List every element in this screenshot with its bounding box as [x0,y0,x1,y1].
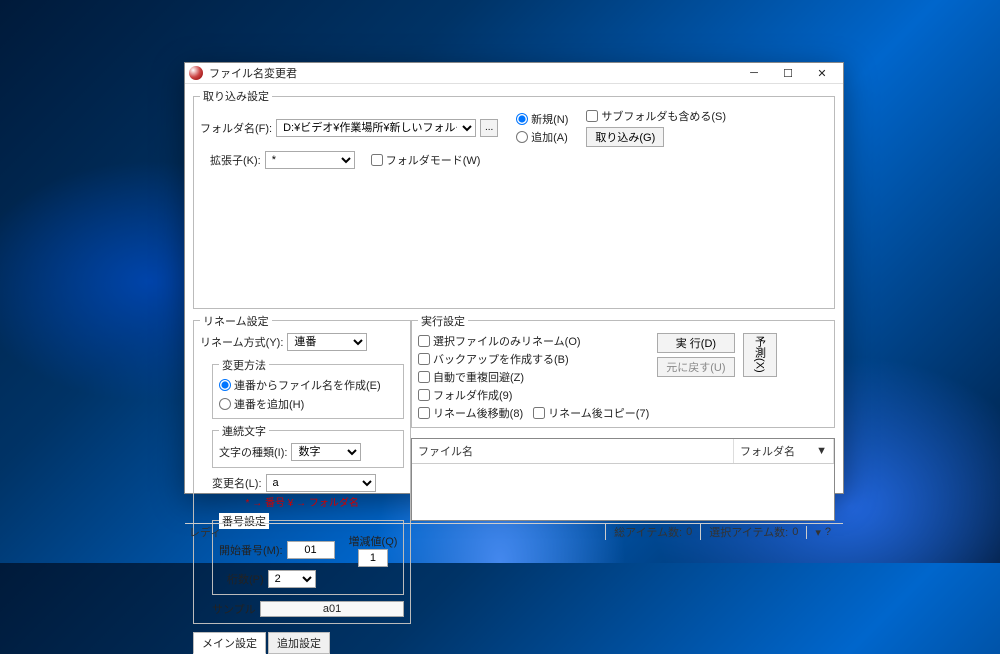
sample-value: a01 [260,601,405,617]
statusbar: レディ 総アイテム数: 0 選択アイテム数: 0 ▾ ? [185,523,843,540]
tab-main[interactable]: メイン設定 [193,632,266,654]
status-selected: 選択アイテム数: 0 [700,524,806,540]
status-total: 総アイテム数: 0 [605,524,700,540]
sort-triangle-icon: ▼ [816,445,827,457]
import-legend: 取り込み設定 [200,88,272,104]
exec-group: 実行設定 選択ファイルのみリネーム(O) バックアップを作成する(B) 自動で重… [411,313,835,428]
seq-char-legend: 連続文字 [219,423,269,439]
import-group: 取り込み設定 フォルダ名(F): D:¥ビデオ¥作業場所¥新しいフォルダー ..… [193,88,835,309]
seq-char-group: 連続文字 文字の種類(I): 数字 [212,423,404,468]
method-label: リネーム方式(Y): [200,334,283,350]
browse-button[interactable]: ... [480,119,498,137]
chk-backup[interactable]: バックアップを作成する(B) [418,351,649,367]
start-label: 開始番号(M): [219,542,283,558]
tab-extra[interactable]: 追加設定 [268,632,330,654]
radio-add[interactable]: 追加(A) [516,129,568,145]
chk-copy[interactable]: リネーム後コピー(7) [533,405,649,421]
import-button[interactable]: 取り込み(G) [586,127,664,147]
radio-new[interactable]: 新規(N) [516,111,568,127]
chk-mkfolder[interactable]: フォルダ作成(9) [418,387,649,403]
app-window: ファイル名変更君 ─ ☐ ✕ 取り込み設定 フォルダ名(F): D:¥ビデオ¥作… [184,62,844,494]
ext-select[interactable]: * [265,151,355,169]
changename-select[interactable]: a [266,474,376,492]
maximize-button[interactable]: ☐ [771,63,805,83]
status-ready: レディ [189,524,221,540]
char-type-select[interactable]: 数字 [291,443,361,461]
folder-select[interactable]: D:¥ビデオ¥作業場所¥新しいフォルダー [276,119,476,137]
preview-button[interactable]: 予測(X) [743,333,777,377]
undo-button[interactable]: 元に戻す(U) [657,357,734,377]
ext-label: 拡張子(K): [210,152,261,168]
window-title: ファイル名変更君 [209,65,737,81]
foldermode-checkbox[interactable]: フォルダモード(W) [371,152,481,168]
folder-label: フォルダ名(F): [200,120,272,136]
app-icon [189,66,203,80]
chk-auto[interactable]: 自動で重複回避(Z) [418,369,649,385]
close-button[interactable]: ✕ [805,63,839,83]
rename-group: リネーム設定 リネーム方式(Y): 連番 変更方法 連番からファイル名を作成(E… [193,313,411,624]
char-type-label: 文字の種類(I): [219,444,287,460]
status-help-dropdown[interactable]: ▾ ? [806,526,839,539]
start-input[interactable] [287,541,335,559]
titlebar: ファイル名変更君 ─ ☐ ✕ [185,63,843,84]
file-table[interactable]: ファイル名 フォルダ名 ▼ [411,438,835,522]
subfolder-checkbox[interactable]: サブフォルダも含める(S) [586,108,726,124]
run-button[interactable]: 実 行(D) [657,333,734,353]
radio-add-seq[interactable]: 連番を追加(H) [219,396,397,412]
digits-label: 桁数(P) [227,571,264,587]
sample-label: サンプル [212,601,256,617]
inc-input[interactable] [358,549,388,567]
exec-legend: 実行設定 [418,313,468,329]
change-method-group: 変更方法 連番からファイル名を作成(E) 連番を追加(H) [212,357,404,419]
rename-legend: リネーム設定 [200,313,272,329]
chk-selected[interactable]: 選択ファイルのみリネーム(O) [418,333,649,349]
method-select[interactable]: 連番 [287,333,367,351]
chk-move[interactable]: リネーム後移動(8) [418,405,523,421]
change-method-legend: 変更方法 [219,357,269,373]
minimize-button[interactable]: ─ [737,63,771,83]
col-folder[interactable]: フォルダ名 ▼ [734,439,834,463]
hint-text: * → 番号 ¥ → フォルダ名 [200,494,404,509]
col-filename[interactable]: ファイル名 [412,439,734,463]
radio-from-seq[interactable]: 連番からファイル名を作成(E) [219,377,397,393]
changename-label: 変更名(L): [212,475,262,491]
digits-select[interactable]: 2 [268,570,316,588]
